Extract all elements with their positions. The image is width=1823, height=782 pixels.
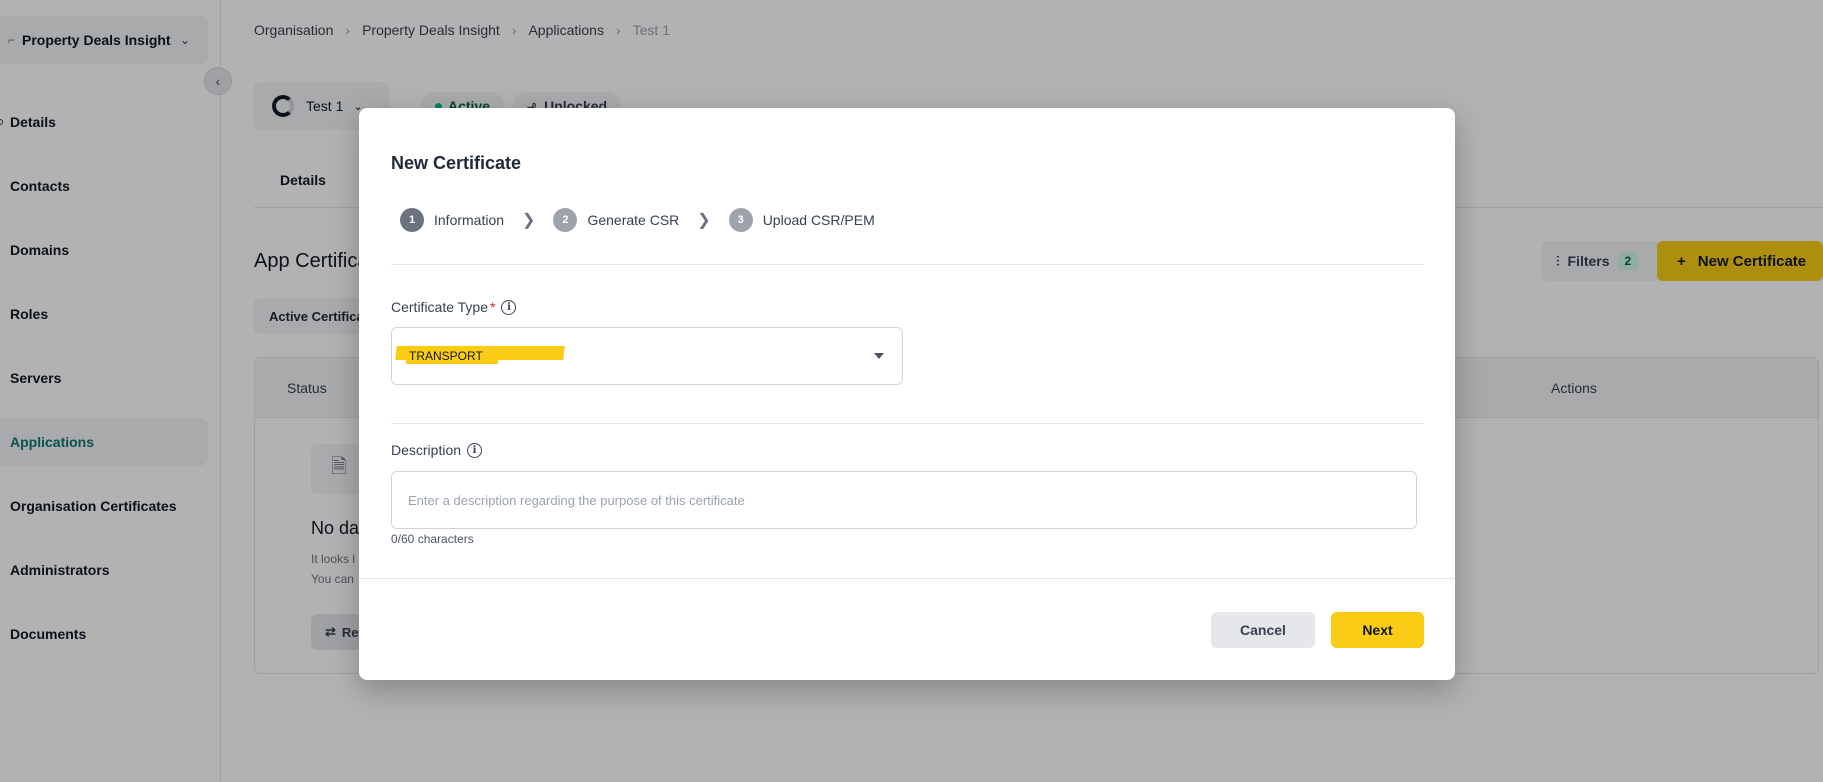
description-input[interactable] (391, 471, 1417, 529)
step-label: Generate CSR (587, 212, 680, 228)
stepper: 1 Information ❯ 2 Generate CSR ❯ 3 Uploa… (400, 208, 875, 232)
step-upload-csr-pem: 3 Upload CSR/PEM (728, 208, 875, 232)
description-label-text: Description (391, 442, 462, 458)
step-label: Upload CSR/PEM (762, 212, 875, 228)
certificate-type-label: Certificate Type * i (391, 299, 517, 315)
divider (391, 264, 1423, 265)
chevron-right-icon: ❯ (522, 212, 536, 229)
step-number: 2 (553, 208, 578, 232)
character-count: 0/60 characters (391, 532, 474, 546)
divider (391, 423, 1423, 424)
caret-down-icon (874, 353, 884, 359)
required-mark: * (490, 299, 496, 315)
info-icon[interactable]: i (467, 442, 483, 458)
new-certificate-modal: New Certificate 1 Information ❯ 2 Genera… (359, 108, 1455, 680)
chevron-right-icon: ❯ (697, 212, 711, 229)
cancel-button[interactable]: Cancel (1211, 612, 1315, 648)
certificate-type-value: TRANSPORT (409, 349, 483, 363)
step-information: 1 Information (400, 208, 504, 232)
step-label: Information (434, 212, 505, 228)
step-number: 1 (400, 208, 424, 232)
footer-divider (359, 578, 1455, 579)
step-number: 3 (728, 208, 753, 232)
modal-title: New Certificate (391, 153, 522, 173)
certificate-type-select[interactable]: TRANSPORT (391, 327, 903, 385)
description-label: Description i (391, 442, 483, 458)
next-button[interactable]: Next (1331, 612, 1424, 648)
info-icon[interactable]: i (501, 299, 517, 315)
step-generate-csr: 2 Generate CSR (553, 208, 679, 232)
certificate-type-label-text: Certificate Type (391, 299, 489, 315)
